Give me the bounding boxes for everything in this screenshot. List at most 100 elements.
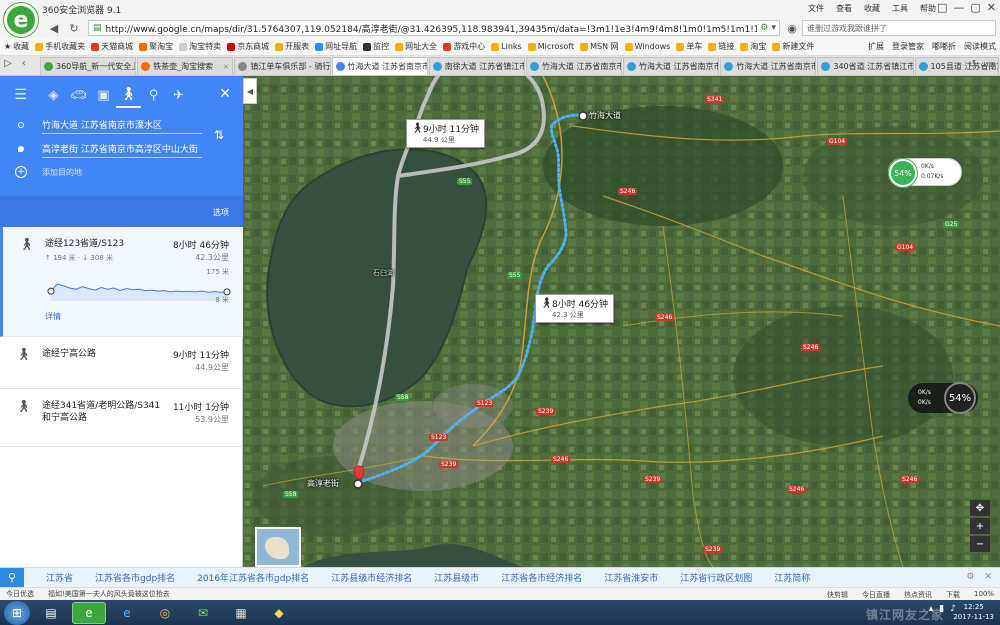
related-search-item[interactable]: 江苏简称 bbox=[774, 571, 810, 584]
bookmark-item[interactable]: Links bbox=[491, 42, 522, 51]
dropdown-icon[interactable]: ▾ bbox=[771, 23, 776, 33]
address-url[interactable]: http://www.google.cn/maps/dir/31.5764307… bbox=[106, 22, 758, 35]
related-search-item[interactable]: 江苏省各市gdp排名 bbox=[95, 571, 175, 584]
route-option-1[interactable]: 🚶︎ 途经123省道/S123 8小时 46分钟 42.3公里 ↑ 194 米 … bbox=[0, 227, 243, 337]
browser-tab[interactable]: 360导航_新一代安全上网× bbox=[40, 57, 137, 75]
start-label[interactable]: 竹海大道 bbox=[589, 110, 621, 121]
related-search-item[interactable]: 江苏县级市经济排名 bbox=[331, 571, 412, 584]
bookmark-item[interactable]: 游戏中心 bbox=[443, 41, 485, 52]
related-search-item[interactable]: 江苏县级市 bbox=[434, 571, 479, 584]
back-icon[interactable]: ◀ bbox=[46, 20, 62, 36]
bookmark-item[interactable]: 单车 bbox=[676, 41, 702, 52]
details-link[interactable]: 详情 bbox=[45, 311, 61, 322]
bookmark-item[interactable]: 网址大全 bbox=[395, 41, 437, 52]
browser-tab[interactable]: 南徐大道 江苏省镇江市× bbox=[428, 57, 525, 75]
zoom-in-button[interactable]: + bbox=[970, 518, 990, 534]
maximize-button[interactable]: ▢ bbox=[970, 1, 980, 14]
browser-tab[interactable]: 竹海大道 江苏省南京市× bbox=[525, 57, 623, 75]
close-window-button[interactable]: ✕ bbox=[987, 1, 996, 14]
news-ticker[interactable]: 福如!美国第一夫人的风头竟被这位抢去 bbox=[48, 589, 170, 599]
deal-button[interactable]: 嘟嘟折 bbox=[932, 41, 956, 52]
start-button[interactable]: ⊞ bbox=[4, 600, 30, 625]
bookmark-item[interactable]: 开服表 bbox=[275, 41, 309, 52]
bookmark-item[interactable]: Windows bbox=[624, 42, 670, 51]
route-option-3[interactable]: 🚶︎ 途经341省道/老明公路/S341和宁高公路 11小时 1分钟 53.9公… bbox=[0, 389, 243, 447]
refresh-icon[interactable]: ↻ bbox=[66, 20, 82, 36]
menu-favorites[interactable]: 收藏 bbox=[864, 3, 880, 14]
game-icon[interactable]: ◆ bbox=[262, 602, 296, 624]
security-icon[interactable]: ⚙ bbox=[760, 23, 768, 33]
minimize-button[interactable]: — bbox=[953, 1, 964, 14]
bookmark-item[interactable]: 天猫商城 bbox=[91, 41, 133, 52]
restore-button[interactable]: □ bbox=[937, 1, 947, 14]
tab-list-icon[interactable]: ▭ bbox=[987, 59, 996, 70]
network-icon[interactable]: ▮ bbox=[939, 604, 944, 614]
bookmark-item[interactable]: ★ 收藏 bbox=[4, 41, 29, 52]
close-directions-icon[interactable]: ✕ bbox=[219, 86, 231, 102]
sidebar-toggle-icon[interactable]: ▷ bbox=[4, 58, 12, 69]
login-manager-button[interactable]: 登录管家 bbox=[892, 41, 924, 52]
explorer-icon[interactable]: ▤ bbox=[34, 602, 68, 624]
browser-tab[interactable]: 镇江单车俱乐部 - 骑行× bbox=[234, 57, 331, 75]
related-search-item[interactable]: 江苏省淮安市 bbox=[604, 571, 658, 584]
browser-tab-active[interactable]: 竹海大道 江苏省南京市× bbox=[331, 57, 428, 75]
zoom-out-button[interactable]: − bbox=[970, 536, 990, 552]
bookmark-item[interactable]: 淘宝 bbox=[740, 41, 766, 52]
address-bar[interactable]: ▤ http://www.google.cn/maps/dir/31.57643… bbox=[88, 20, 780, 36]
browser-tab[interactable]: 竹海大道 江苏省南京市× bbox=[720, 57, 817, 75]
close-icon[interactable]: ✕ bbox=[984, 572, 992, 582]
wechat-icon[interactable]: ✉ bbox=[186, 602, 220, 624]
restore-tab-icon[interactable]: ↺ bbox=[968, 59, 976, 70]
route-callout[interactable]: 🚶︎ 8小时 46分钟 42.3 公里 bbox=[535, 294, 615, 323]
ie-icon[interactable]: e bbox=[110, 602, 144, 624]
bookmark-item[interactable]: 京东商城 bbox=[227, 41, 269, 52]
bookmark-item[interactable]: 网址导航 bbox=[315, 41, 357, 52]
settings-icon[interactable]: ⚙ bbox=[966, 572, 974, 582]
folder-icon[interactable]: ▦ bbox=[224, 602, 258, 624]
menu-file[interactable]: 文件 bbox=[808, 3, 824, 14]
map-canvas[interactable]: 竹海大道 高淳老街 石臼湖 🚶︎ 9小时 11分钟 44.9 公里 🚶︎ 8小时… bbox=[243, 76, 1000, 567]
related-search-item[interactable]: 江苏省 bbox=[46, 571, 73, 584]
compass-icon[interactable]: ✥ bbox=[970, 500, 990, 516]
collapse-panel-button[interactable]: ◀ bbox=[243, 78, 257, 104]
transit-icon[interactable]: ▣ bbox=[91, 83, 116, 108]
related-search-item[interactable]: 2016年江苏省各市gdp排名 bbox=[197, 571, 309, 584]
hot-news-button[interactable]: 热点资讯 bbox=[904, 590, 932, 600]
destination-input[interactable]: 高淳老街 江苏省南京市高淳区中山大街 bbox=[42, 142, 202, 158]
reading-mode-button[interactable]: 阅读模式 bbox=[964, 41, 996, 52]
bookmark-item[interactable]: 新建文件 bbox=[772, 41, 814, 52]
daily-picks-link[interactable]: 今日优选 bbox=[6, 589, 34, 599]
menu-help[interactable]: 帮助 bbox=[920, 3, 936, 14]
route-option-2[interactable]: 🚶︎ 途经宁高公路 9小时 11分钟 44.9公里 bbox=[0, 337, 243, 389]
browser-tab[interactable]: 竹海大道 江苏省南京市× bbox=[623, 57, 720, 75]
memory-widget[interactable]: 0K/s 0K/s 54% bbox=[908, 382, 978, 414]
clock[interactable]: 12:25 2017-11-13 bbox=[953, 602, 994, 622]
flight-icon[interactable]: ✈︎ bbox=[166, 83, 191, 108]
search-engine-icon[interactable]: ◉ bbox=[784, 20, 800, 36]
live-button[interactable]: 今日直播 bbox=[862, 590, 890, 600]
best-route-icon[interactable]: ◈ bbox=[41, 83, 66, 108]
search-input[interactable]: 谁删过游戏我跟谁拼了 bbox=[802, 20, 996, 36]
related-search-item[interactable]: 江苏省各市经济排名 bbox=[501, 571, 582, 584]
alt-route-callout[interactable]: 🚶︎ 9小时 11分钟 44.9 公里 bbox=[406, 119, 486, 148]
related-search-item[interactable]: 江苏省行政区划图 bbox=[680, 571, 752, 584]
quick-clip-button[interactable]: 快剪辑 bbox=[827, 590, 848, 600]
options-button[interactable]: 选项 bbox=[213, 207, 229, 218]
origin-input[interactable]: 竹海大道 江苏省南京市溧水区 bbox=[42, 118, 202, 134]
bicycle-icon[interactable]: ⚲ bbox=[141, 83, 166, 108]
browser-logo-icon[interactable]: e bbox=[4, 3, 38, 37]
swap-icon[interactable]: ⇅ bbox=[214, 128, 224, 142]
network-speed-widget[interactable]: 54% 0K/s 0.07K/s bbox=[888, 158, 962, 187]
bookmark-item[interactable]: 监控 bbox=[363, 41, 389, 52]
menu-view[interactable]: 查看 bbox=[836, 3, 852, 14]
download-button[interactable]: 下载 bbox=[946, 590, 960, 600]
bookmark-item[interactable]: MSN 网 bbox=[580, 41, 619, 52]
menu-tools[interactable]: 工具 bbox=[892, 3, 908, 14]
browser-tab[interactable]: 铁茶壶_淘宝搜索 × bbox=[137, 57, 234, 75]
bookmark-item[interactable]: 聚淘宝 bbox=[139, 41, 173, 52]
bookmark-item[interactable]: 淘宝特卖 bbox=[179, 41, 221, 52]
bookmark-item[interactable]: 手机收藏夹 bbox=[35, 41, 85, 52]
car-icon[interactable]: 🚗︎ bbox=[66, 83, 91, 108]
menu-icon[interactable]: ☰ bbox=[8, 83, 33, 108]
bookmark-item[interactable]: 链接 bbox=[708, 41, 734, 52]
